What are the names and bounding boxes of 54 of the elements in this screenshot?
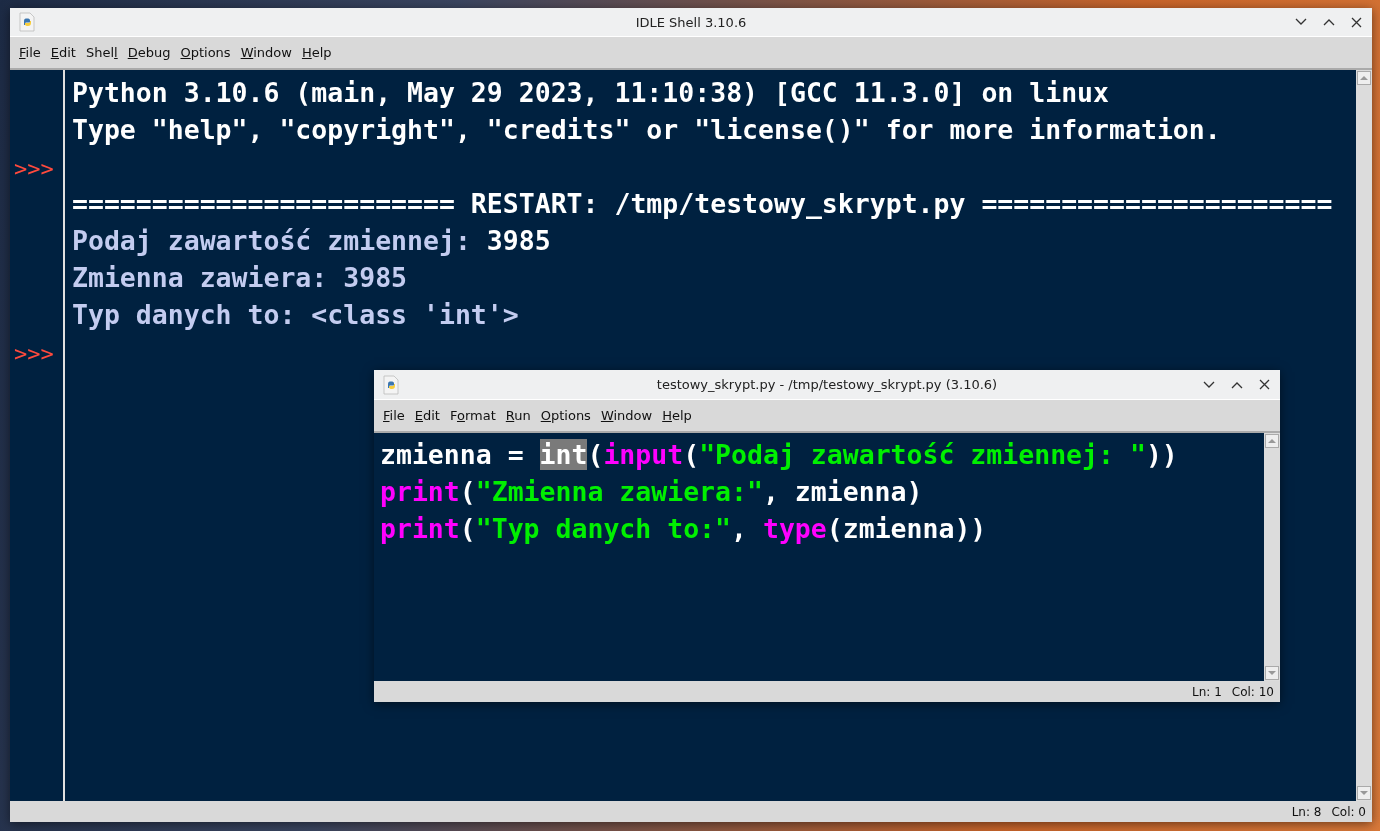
prompt: >>> bbox=[13, 341, 54, 366]
code-text: ( bbox=[459, 476, 476, 507]
maximize-icon[interactable] bbox=[1231, 380, 1243, 389]
code-text: Python 3.10.6 (main, May 29 2023, 11:10:38) [GCC 11.3.0] on linux bbox=[72, 77, 1110, 108]
close-icon[interactable] bbox=[1259, 379, 1270, 390]
column-number: Col: 10 bbox=[1231, 684, 1274, 699]
window-title: testowy_skrypt.py - /tmp/testowy_skrypt.py (3.10.6) bbox=[655, 377, 999, 392]
minimize-icon[interactable] bbox=[1295, 18, 1307, 26]
line-number: Ln: 8 bbox=[1291, 804, 1322, 819]
minimize-icon[interactable] bbox=[1203, 380, 1215, 389]
code-text: )) bbox=[1145, 439, 1178, 470]
menu-item[interactable]: Help bbox=[657, 406, 697, 425]
menu-item[interactable]: Window bbox=[235, 43, 297, 62]
menu-item[interactable]: Format bbox=[444, 406, 501, 425]
builtin-name: input bbox=[603, 439, 684, 470]
menu-item[interactable]: Shell bbox=[80, 43, 123, 62]
menu-item[interactable]: Debug bbox=[122, 43, 176, 62]
builtin-name: print bbox=[380, 513, 460, 544]
python-file-icon bbox=[18, 12, 36, 32]
code-text: ( bbox=[683, 439, 700, 470]
code-text: , zmienna) bbox=[762, 476, 923, 507]
code-text: zmienna = bbox=[380, 439, 525, 470]
menu-item[interactable]: Help bbox=[296, 43, 337, 62]
menu-item[interactable]: Window bbox=[595, 406, 658, 425]
code-text: 3985 bbox=[486, 225, 551, 256]
code-text: Type "help", "copyright", "credits" or "license()" for more information. bbox=[72, 114, 1221, 145]
output-text: Zmienna zawiera: 3985 bbox=[72, 262, 408, 293]
menu-item[interactable]: File bbox=[14, 43, 46, 62]
code-text: ======================== RESTART: /tmp/testowy_skrypt.py ====================== bbox=[72, 188, 1333, 219]
builtin-name: type bbox=[762, 513, 827, 544]
builtin-name: print bbox=[380, 476, 460, 507]
code-text: , bbox=[731, 513, 748, 544]
prompt: >>> bbox=[13, 156, 54, 181]
close-icon[interactable] bbox=[1351, 16, 1362, 28]
output-text: Typ danych to: <class 'int'> bbox=[72, 299, 519, 330]
menu-item[interactable]: File bbox=[378, 406, 410, 425]
string-literal: "Podaj zawartość zmiennej: " bbox=[699, 439, 1146, 470]
window-title: IDLE Shell 3.10.6 bbox=[634, 14, 748, 30]
code-text: (zmienna)) bbox=[826, 513, 987, 544]
line-number: Ln: 1 bbox=[1192, 684, 1222, 699]
menu-item[interactable]: Options bbox=[175, 43, 236, 62]
selected-text: int bbox=[539, 439, 588, 470]
output-text: Podaj zawartość zmiennej: bbox=[72, 225, 472, 256]
maximize-icon[interactable] bbox=[1323, 18, 1335, 26]
string-literal: "Zmienna zawiera:" bbox=[475, 476, 763, 507]
string-literal: "Typ danych to:" bbox=[475, 513, 732, 544]
python-file-icon bbox=[382, 374, 400, 395]
menu-item[interactable]: Edit bbox=[409, 406, 445, 425]
code-text: ( bbox=[459, 513, 476, 544]
column-number: Col: 0 bbox=[1331, 804, 1366, 819]
menu-item[interactable]: Options bbox=[535, 406, 596, 425]
menu-item[interactable]: Edit bbox=[45, 43, 81, 62]
code-text: ( bbox=[587, 439, 604, 470]
menu-item[interactable]: Run bbox=[500, 406, 536, 425]
